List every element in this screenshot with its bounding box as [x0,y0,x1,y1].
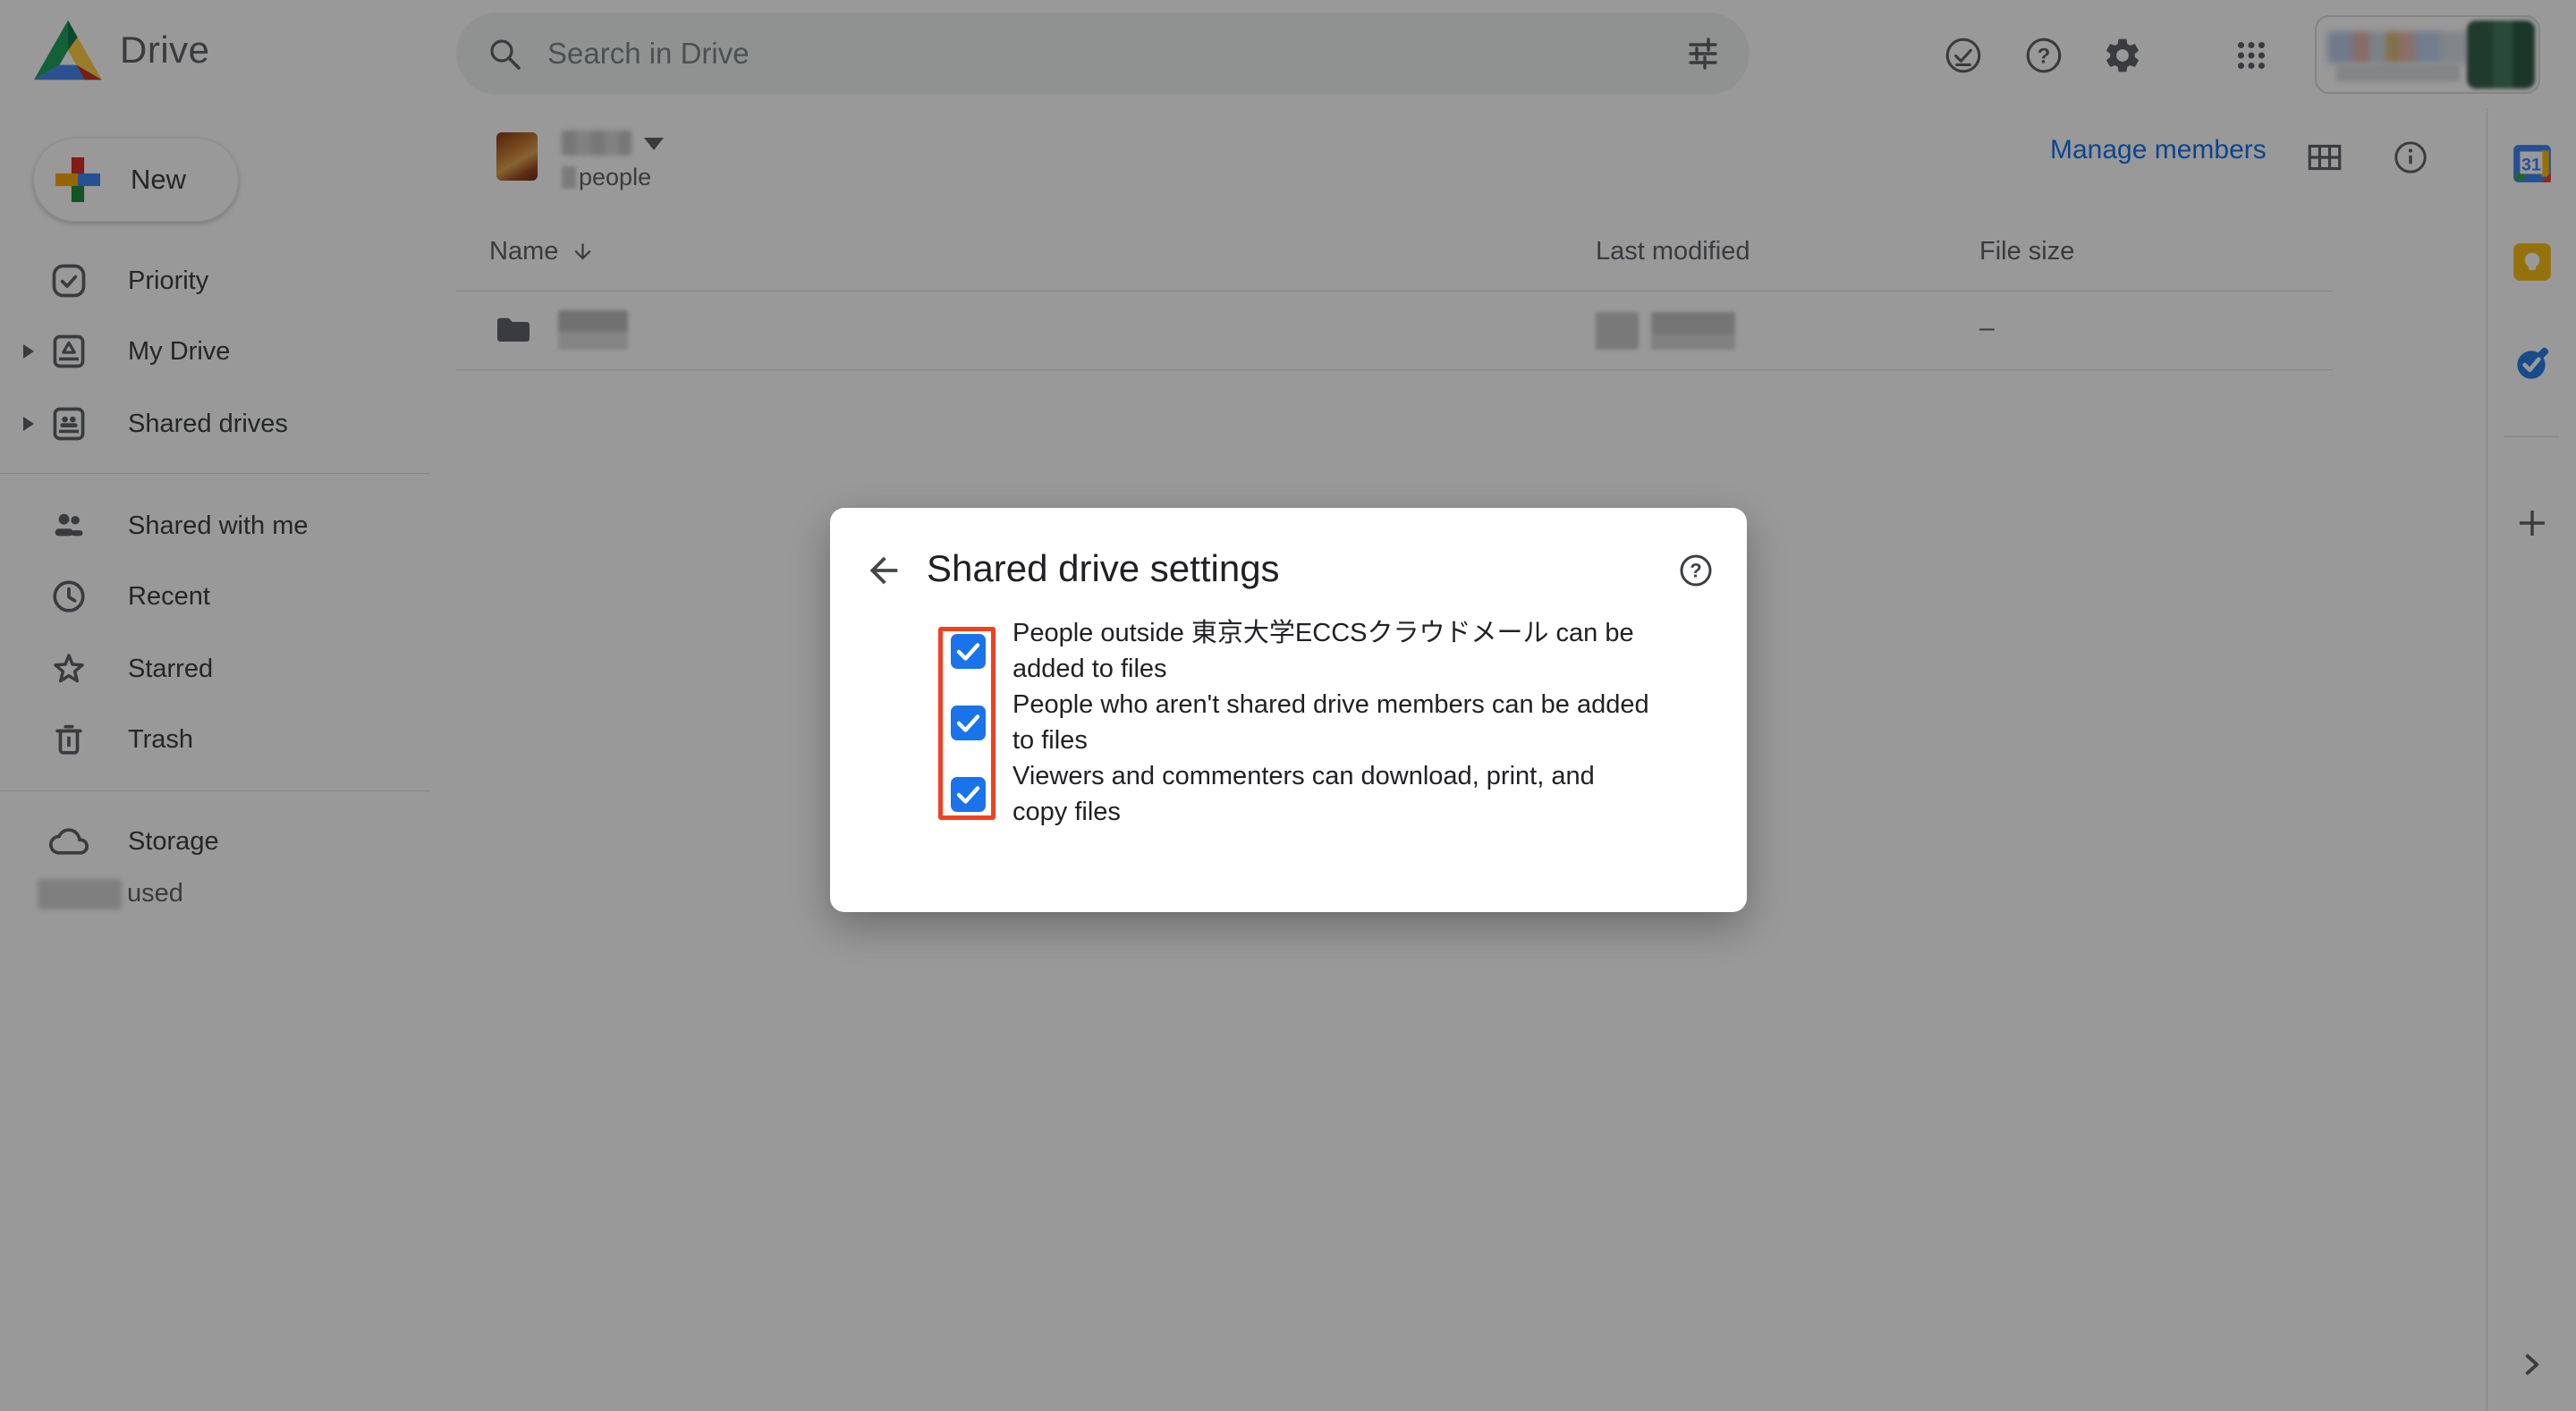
dialog-title: Shared drive settings [927,547,1280,590]
dialog-help-button[interactable]: ? [1674,549,1717,592]
checkbox-non-members[interactable] [951,706,986,740]
option-people-outside-org: People outside 東京大学ECCSクラウドメール can be ad… [830,615,1747,687]
back-button[interactable] [862,549,905,592]
checkbox-people-outside-org[interactable] [951,634,986,669]
svg-text:?: ? [1690,560,1701,582]
checkmark-icon [951,777,986,812]
checkmark-icon [951,706,986,740]
checkmark-icon [951,634,986,669]
option-label: Viewers and commenters can download, pri… [1013,758,1674,830]
back-arrow-icon [863,550,904,591]
help-icon: ? [1676,551,1716,590]
option-label: People who aren't shared drive members c… [1013,687,1674,758]
option-non-members: People who aren't shared drive members c… [830,687,1747,758]
option-label: People outside 東京大学ECCSクラウドメール can be ad… [1013,615,1674,687]
settings-options: People outside 東京大学ECCSクラウドメール can be ad… [830,615,1747,830]
shared-drive-settings-dialog: Shared drive settings ? People outside 東… [830,508,1747,912]
option-viewers-download: Viewers and commenters can download, pri… [830,758,1747,830]
checkbox-viewers-download[interactable] [951,777,986,812]
